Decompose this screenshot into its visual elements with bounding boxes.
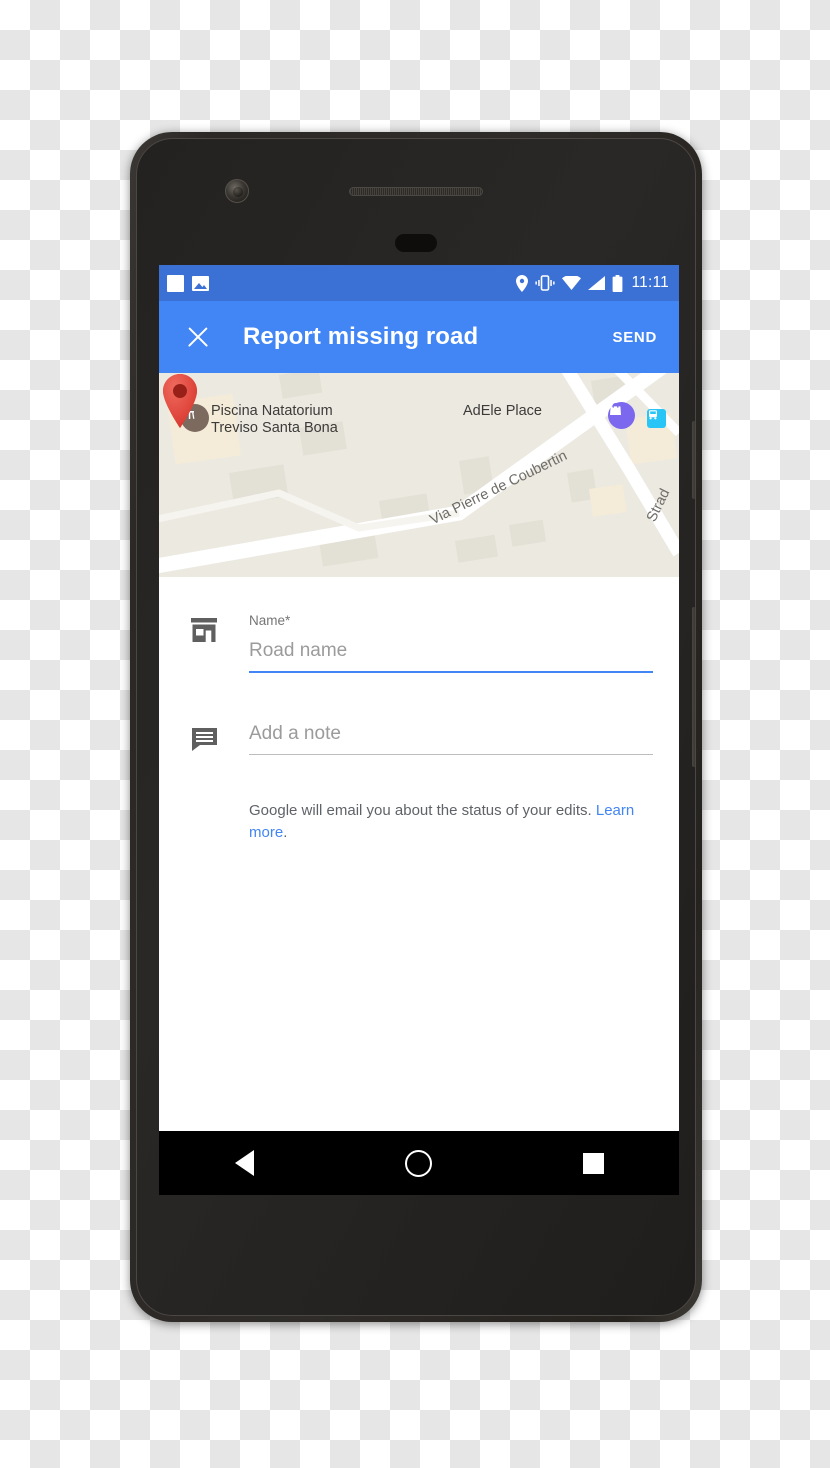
- app-bar: Report missing road SEND: [159, 301, 679, 373]
- power-button[interactable]: [692, 421, 695, 499]
- status-bar-clock: 11:11: [631, 274, 669, 291]
- note-field-body: Add a note: [249, 723, 679, 755]
- android-navigation-bar: [159, 1131, 679, 1195]
- home-circle-icon[interactable]: [404, 1149, 432, 1177]
- proximity-sensor-icon: [395, 234, 437, 252]
- signal-icon: [587, 276, 605, 290]
- name-field-row: Name* Road name: [159, 577, 679, 673]
- front-camera-icon: [225, 179, 249, 203]
- screenshot-image-icon: [192, 275, 209, 291]
- status-bar-system-icons: 11:11: [515, 274, 670, 292]
- vibrate-icon: [534, 275, 555, 291]
- page-title: Report missing road: [243, 323, 479, 350]
- bus-stop-icon[interactable]: [647, 409, 666, 428]
- close-icon[interactable]: [185, 324, 211, 350]
- map-graphics: [159, 373, 679, 577]
- send-button[interactable]: SEND: [613, 329, 657, 346]
- phone-device-frame: 11:11 Report missing road SEND Piscina N…: [130, 132, 702, 1322]
- volume-rocker-button[interactable]: [692, 607, 695, 767]
- map-preview[interactable]: Piscina Natatorium Treviso Santa Bona Ad…: [159, 373, 679, 577]
- bus-glyph-icon: [649, 410, 657, 420]
- phone-bezel: 11:11 Report missing road SEND Piscina N…: [136, 138, 696, 1316]
- disclaimer-text: Google will email you about the status o…: [249, 800, 653, 844]
- comment-glyph-icon: [191, 728, 217, 751]
- name-field-body: Name* Road name: [249, 613, 679, 673]
- earpiece-speaker-icon: [349, 187, 483, 196]
- comment-icon: [159, 723, 249, 755]
- wifi-icon: [561, 276, 581, 290]
- status-bar-notifications: [167, 274, 209, 292]
- storefront-glyph-icon: [191, 618, 217, 642]
- disclaimer-period: .: [283, 824, 288, 841]
- recents-square-icon[interactable]: [582, 1152, 604, 1174]
- road-name-input[interactable]: Road name: [249, 640, 653, 673]
- phone-screen: 11:11 Report missing road SEND Piscina N…: [159, 265, 679, 1195]
- blank-square-icon: [167, 274, 184, 292]
- note-input[interactable]: Add a note: [249, 723, 653, 755]
- report-form: Name* Road name Add a note Google will e…: [159, 577, 679, 844]
- location-pin-icon: [515, 274, 528, 292]
- disclaimer-body: Google will email you about the status o…: [249, 802, 596, 819]
- map-pin-icon[interactable]: [159, 373, 201, 429]
- note-field-row: Add a note: [159, 673, 679, 755]
- battery-icon: [612, 274, 622, 292]
- status-bar: 11:11: [159, 265, 679, 301]
- shopping-bag-glyph-icon: [610, 403, 621, 415]
- storefront-icon: [159, 613, 249, 673]
- shopping-bag-icon[interactable]: [608, 402, 635, 429]
- name-field-label: Name*: [249, 613, 291, 628]
- back-triangle-icon[interactable]: [234, 1150, 254, 1176]
